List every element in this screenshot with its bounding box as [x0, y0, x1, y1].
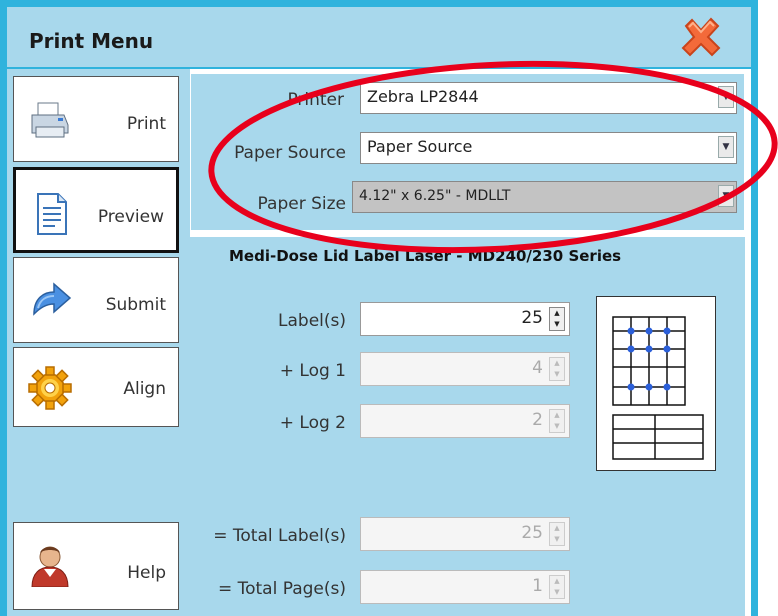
chevron-down-icon[interactable]: ▼: [718, 86, 734, 108]
submit-button[interactable]: Submit: [13, 257, 179, 343]
stepper-down-icon: ▼: [554, 588, 560, 596]
stepper-arrows[interactable]: ▲ ▼: [549, 307, 565, 331]
gear-icon: [28, 366, 72, 410]
window-border-left: [0, 0, 7, 616]
chevron-down-icon[interactable]: ▼: [718, 185, 734, 207]
stepper-up-icon[interactable]: ▲: [550, 308, 564, 319]
paper-size-select[interactable]: 4.12" x 6.25" - MDLLT ▼: [352, 181, 737, 213]
help-button-label: Help: [127, 563, 166, 583]
help-person-icon: [31, 546, 69, 587]
chevron-down-icon[interactable]: ▼: [718, 136, 734, 158]
paper-source-label: Paper Source: [234, 143, 346, 163]
total-labels-stepper: 25 ▲ ▼: [360, 517, 570, 551]
stepper-down-icon: ▼: [554, 535, 560, 543]
stepper-up-icon: ▲: [554, 577, 560, 585]
paper-size-select-value: 4.12" x 6.25" - MDLLT: [359, 188, 511, 204]
stepper-up-icon[interactable]: ▲: [550, 358, 564, 369]
close-button[interactable]: [678, 14, 724, 60]
stepper-down-icon[interactable]: ▼: [550, 369, 564, 380]
label-layout-preview: [596, 296, 716, 471]
log2-stepper[interactable]: 2 ▲ ▼: [360, 404, 570, 438]
align-button[interactable]: Align: [13, 347, 179, 427]
log1-stepper[interactable]: 4 ▲ ▼: [360, 352, 570, 386]
total-labels-value: 25: [521, 523, 543, 543]
total-pages-label: = Total Page(s): [217, 579, 346, 599]
paper-size-label: Paper Size: [257, 194, 346, 214]
paper-source-select-value: Paper Source: [367, 137, 473, 156]
title-bar: Print Menu: [7, 7, 751, 67]
window-title: Print Menu: [29, 29, 154, 53]
printer-select[interactable]: Zebra LP2844 ▼: [360, 82, 737, 114]
submit-arrow-icon: [33, 282, 72, 316]
labels-label: Label(s): [278, 311, 346, 331]
log2-label: + Log 2: [279, 413, 346, 433]
stepper-up-icon: ▲: [554, 524, 560, 532]
label-type-title: Medi-Dose Lid Label Laser - MD240/230 Se…: [229, 247, 622, 265]
printer-icon: [31, 102, 69, 138]
align-button-label: Align: [123, 379, 166, 399]
print-menu-window: Print Menu Print Preview Submit Align He…: [0, 0, 758, 616]
window-border-top: [0, 0, 758, 7]
log1-value: 4: [532, 358, 543, 378]
close-icon: [681, 17, 721, 57]
print-button[interactable]: Print: [13, 76, 179, 162]
print-button-label: Print: [126, 114, 166, 134]
help-button[interactable]: Help: [13, 522, 179, 610]
stepper-down-icon[interactable]: ▼: [550, 319, 564, 330]
submit-button-label: Submit: [105, 295, 166, 315]
stepper-down-icon[interactable]: ▼: [550, 421, 564, 432]
stepper-arrows: ▲ ▼: [549, 575, 565, 599]
stepper-arrows[interactable]: ▲ ▼: [549, 409, 565, 433]
stepper-up-icon[interactable]: ▲: [550, 410, 564, 421]
total-pages-stepper: 1 ▲ ▼: [360, 570, 570, 604]
preview-button[interactable]: Preview: [13, 167, 179, 253]
printer-select-value: Zebra LP2844: [367, 87, 479, 106]
paper-source-select[interactable]: Paper Source ▼: [360, 132, 737, 164]
total-labels-label: = Total Label(s): [213, 526, 346, 546]
labels-stepper[interactable]: 25 ▲ ▼: [360, 302, 570, 336]
log2-value: 2: [532, 410, 543, 430]
labels-value: 25: [521, 308, 543, 328]
preview-button-label: Preview: [97, 207, 164, 227]
stepper-arrows[interactable]: ▲ ▼: [549, 357, 565, 381]
label-grid-diagram: [612, 316, 704, 460]
printer-label: Printer: [287, 90, 344, 110]
log1-label: + Log 1: [279, 361, 346, 381]
window-border-right: [751, 0, 758, 616]
total-pages-value: 1: [532, 576, 543, 596]
stepper-arrows: ▲ ▼: [549, 522, 565, 546]
document-icon: [37, 193, 67, 235]
